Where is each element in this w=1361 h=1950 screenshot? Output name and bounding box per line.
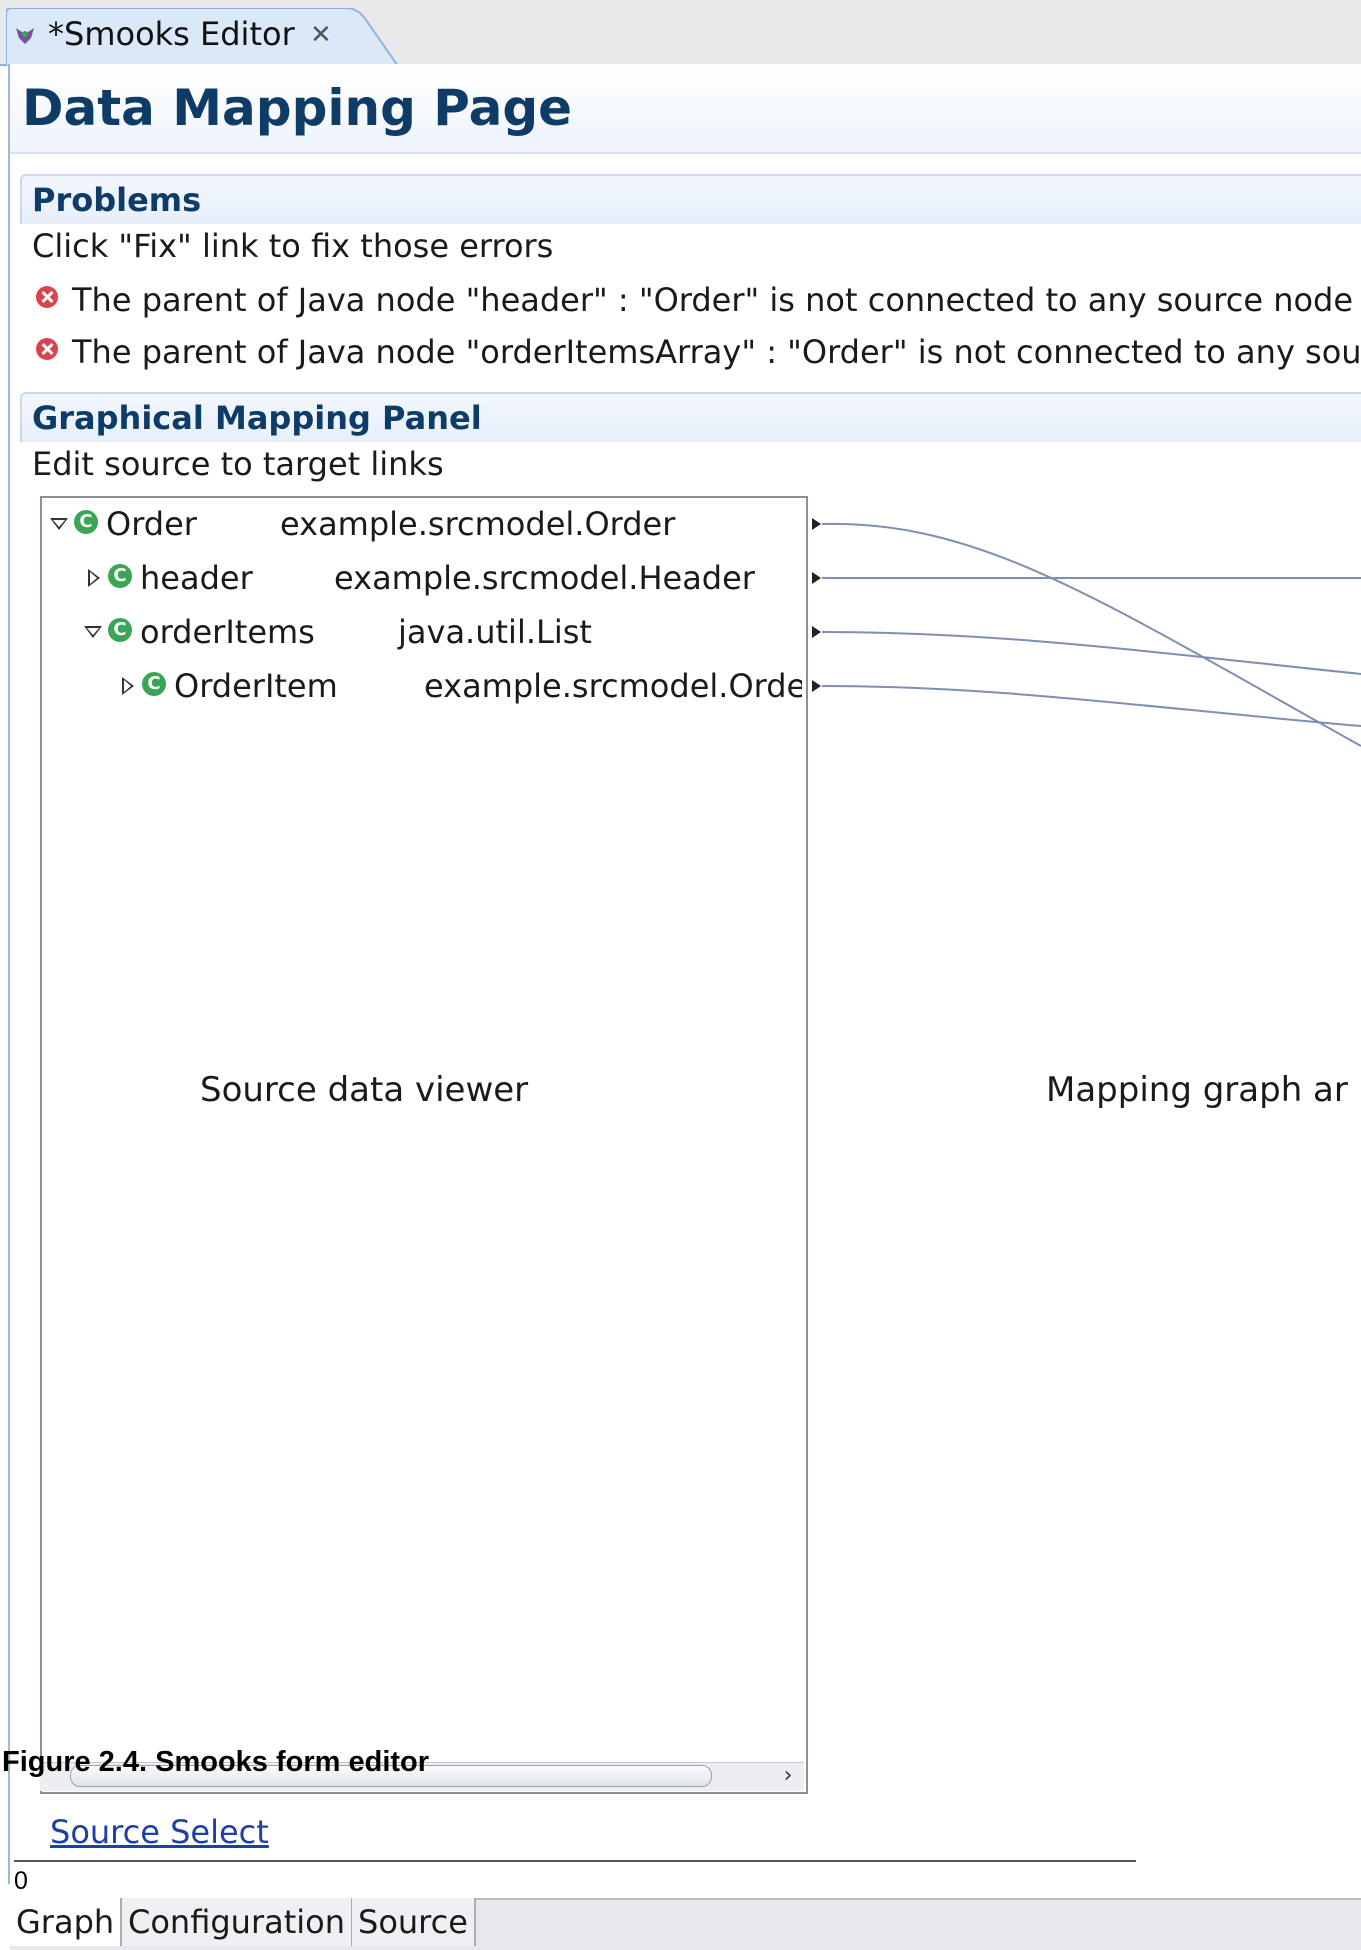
tab-source[interactable]: Source — [352, 1898, 476, 1946]
divider — [14, 1860, 1136, 1862]
page-number: 0 — [14, 1867, 28, 1895]
scroll-right-arrow-icon[interactable]: › — [774, 1765, 802, 1787]
mapping-graph-area-label: Mapping graph ar — [1046, 1070, 1348, 1110]
mapping-links — [821, 522, 1361, 747]
tab-configuration[interactable]: Configuration — [122, 1898, 354, 1946]
mapping-link — [821, 631, 1361, 675]
tab-graph[interactable]: Graph — [10, 1898, 123, 1946]
source-data-viewer-label: Source data viewer — [200, 1070, 529, 1110]
source-select-link[interactable]: Source Select — [50, 1812, 269, 1852]
mapping-link — [821, 685, 1361, 727]
mapping-link — [821, 522, 1361, 747]
figure-caption: Figure 2.4. Smooks form editor — [2, 1746, 430, 1778]
